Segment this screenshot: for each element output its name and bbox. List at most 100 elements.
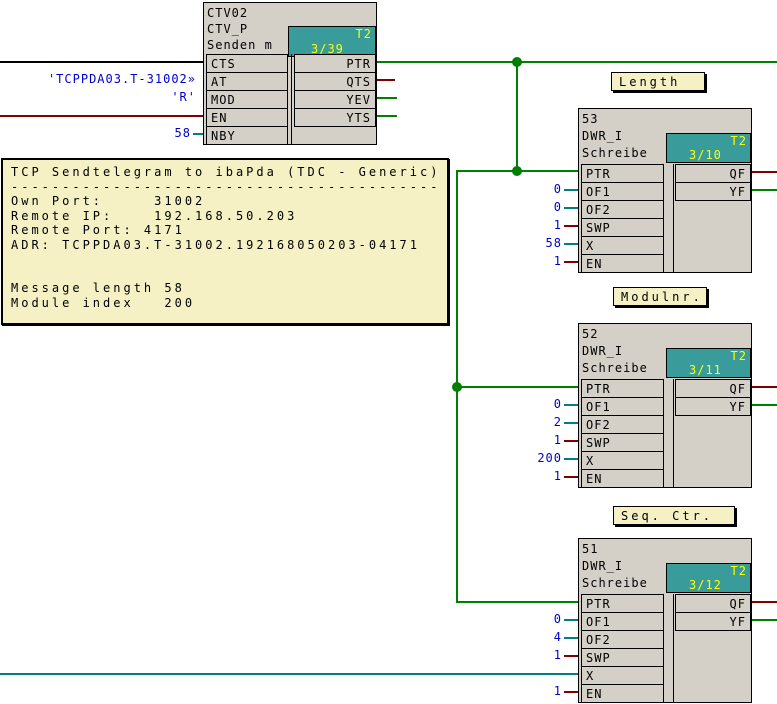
- pin-of1[interactable]: OF1: [581, 612, 664, 631]
- comment-box[interactable]: TCP Sendtelegram to ibaPda (TDC - Generi…: [1, 158, 449, 325]
- pin-ptr[interactable]: PTR: [581, 164, 664, 183]
- wire-53-swp-stub: [564, 225, 578, 227]
- task-badge[interactable]: T2 3/11: [666, 348, 751, 378]
- order-label: 3/11: [689, 363, 722, 377]
- wire-53-x-stub: [564, 243, 578, 245]
- wire-51-x-input: [0, 673, 578, 675]
- wire-52-x-stub: [564, 458, 578, 460]
- constant-of1[interactable]: 0: [554, 397, 562, 411]
- pin-at[interactable]: AT: [206, 72, 288, 91]
- wire-ptr-branch-51: [456, 601, 578, 603]
- pin-yev[interactable]: YEV: [294, 90, 376, 109]
- wire-53-yf-out: [752, 189, 777, 191]
- junction-dot: [512, 166, 522, 176]
- task-badge[interactable]: T2 3/10: [666, 133, 751, 163]
- constant-of1[interactable]: 0: [554, 612, 562, 626]
- task-badge[interactable]: T2 3/12: [666, 563, 751, 593]
- pin-qf[interactable]: QF: [675, 379, 751, 398]
- constant-x[interactable]: 58: [546, 236, 562, 250]
- pin-column-divider: [673, 164, 674, 272]
- block-51[interactable]: 51 DWR_I Schreibe T2 3/12 PTR OF1 OF2 SW…: [578, 538, 752, 703]
- block-type: DWR_I: [582, 344, 623, 358]
- constant-en[interactable]: 1: [554, 684, 562, 698]
- constant-en[interactable]: 1: [554, 254, 562, 268]
- pin-en[interactable]: EN: [581, 684, 664, 703]
- pin-qf[interactable]: QF: [675, 164, 751, 183]
- constant-x[interactable]: 200: [537, 451, 562, 465]
- label-modulnr[interactable]: Modulnr.: [613, 287, 707, 306]
- pin-cts[interactable]: CTS: [206, 54, 288, 73]
- constant-swp[interactable]: 1: [554, 648, 562, 662]
- pin-of1[interactable]: OF1: [581, 182, 664, 201]
- pin-yf[interactable]: YF: [675, 612, 751, 631]
- at-connection-text[interactable]: 'TCPPDA03.T-31002»: [48, 72, 196, 86]
- pin-ptr[interactable]: PTR: [581, 379, 664, 398]
- pin-mod[interactable]: MOD: [206, 90, 288, 109]
- constant-of1[interactable]: 0: [554, 182, 562, 196]
- wire-53-of2-stub: [564, 207, 578, 209]
- constant-en[interactable]: 1: [554, 469, 562, 483]
- block-id: 52: [582, 327, 598, 341]
- task-label: T2: [731, 134, 747, 148]
- cfc-chart-canvas: CTV02 CTV_P Senden m T2 3/39 CTS AT MOD …: [0, 0, 777, 704]
- pin-of2[interactable]: OF2: [581, 630, 664, 649]
- nby-constant-text[interactable]: 58: [175, 126, 191, 140]
- task-label: T2: [731, 564, 747, 578]
- task-label: T2: [731, 349, 747, 363]
- wire-52-yf-out: [752, 404, 777, 406]
- constant-of2[interactable]: 2: [554, 415, 562, 429]
- pin-of2[interactable]: OF2: [581, 415, 664, 434]
- pin-en[interactable]: EN: [206, 108, 288, 127]
- pin-of2[interactable]: OF2: [581, 200, 664, 219]
- pin-swp[interactable]: SWP: [581, 648, 664, 667]
- pin-qf[interactable]: QF: [675, 594, 751, 613]
- pin-of1[interactable]: OF1: [581, 397, 664, 416]
- wire-52-qf-out: [752, 386, 777, 388]
- label-seq-ctr[interactable]: Seq. Ctr.: [613, 506, 735, 525]
- pin-column-divider: [673, 379, 674, 487]
- wire-51-of1-stub: [564, 619, 578, 621]
- constant-swp[interactable]: 1: [554, 433, 562, 447]
- wire-52-of2-stub: [564, 422, 578, 424]
- wire-51-swp-stub: [564, 655, 578, 657]
- wire-ptr-bus: [377, 61, 777, 63]
- wire-ptr-drop-1: [516, 61, 518, 172]
- wire-cts-input: [0, 61, 205, 63]
- constant-of2[interactable]: 4: [554, 630, 562, 644]
- block-id: 51: [582, 542, 598, 556]
- task-badge[interactable]: T2 3/39: [288, 26, 376, 57]
- wire-ptr-branch-52: [456, 386, 578, 388]
- block-52[interactable]: 52 DWR_I Schreibe T2 3/11 PTR OF1 OF2 SW…: [578, 323, 752, 488]
- block-id: CTV02: [207, 6, 248, 20]
- pin-yts[interactable]: YTS: [294, 108, 376, 127]
- block-name: Senden m: [207, 38, 273, 52]
- wire-qts-stub: [377, 79, 395, 81]
- block-name: Schreibe: [582, 146, 648, 160]
- pin-x[interactable]: X: [581, 666, 664, 685]
- block-ctv02[interactable]: CTV02 CTV_P Senden m T2 3/39 CTS AT MOD …: [203, 2, 377, 145]
- constant-of2[interactable]: 0: [554, 200, 562, 214]
- pin-qts[interactable]: QTS: [294, 72, 376, 91]
- pin-ptr[interactable]: PTR: [294, 54, 376, 73]
- task-label: T2: [356, 27, 372, 41]
- pin-en[interactable]: EN: [581, 469, 664, 488]
- pin-x[interactable]: X: [581, 236, 664, 255]
- constant-swp[interactable]: 1: [554, 218, 562, 232]
- pin-swp[interactable]: SWP: [581, 218, 664, 237]
- wire-yev-stub: [377, 97, 397, 99]
- pin-swp[interactable]: SWP: [581, 433, 664, 452]
- order-label: 3/10: [689, 148, 722, 162]
- wire-51-qf-out: [752, 601, 777, 603]
- pin-yf[interactable]: YF: [675, 397, 751, 416]
- pin-en[interactable]: EN: [581, 254, 664, 273]
- pin-x[interactable]: X: [581, 451, 664, 470]
- wire-52-en-stub: [564, 476, 578, 478]
- pin-nby[interactable]: NBY: [206, 126, 288, 145]
- junction-dot: [512, 57, 522, 67]
- pin-yf[interactable]: YF: [675, 182, 751, 201]
- pin-ptr[interactable]: PTR: [581, 594, 664, 613]
- pin-column-divider: [673, 594, 674, 702]
- label-length[interactable]: Length: [611, 72, 705, 91]
- block-53[interactable]: 53 DWR_I Schreibe T2 3/10 PTR OF1 OF2 SW…: [578, 108, 752, 273]
- mod-constant-text[interactable]: 'R': [171, 90, 196, 104]
